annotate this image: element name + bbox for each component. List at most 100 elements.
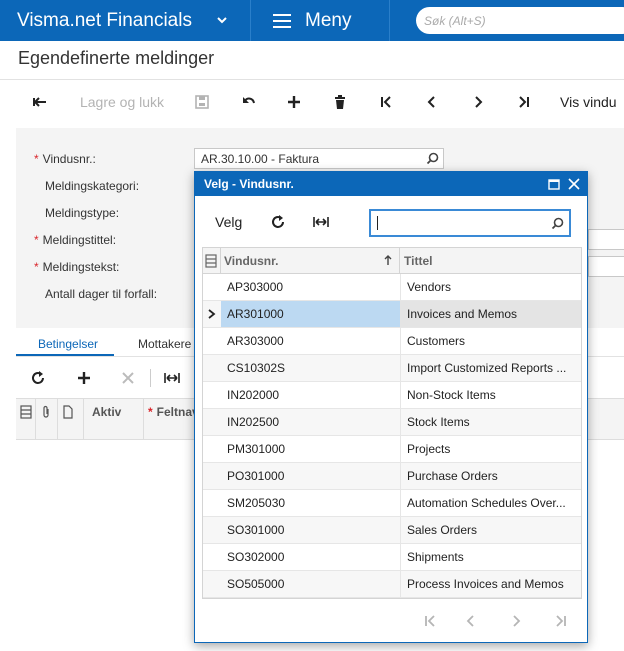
page-title: Egendefinerte meldinger [18,48,215,68]
document-icon [63,405,73,419]
brand-switcher[interactable]: Visma.net Financials [0,0,250,41]
title-cell[interactable]: Customers [400,328,581,354]
plus-icon [288,96,300,108]
select-button[interactable]: Velg [215,211,242,233]
paperclip-icon [43,405,49,418]
next-record-button[interactable] [466,89,490,115]
column-settings-icon [205,253,217,268]
refresh-button[interactable] [28,367,48,389]
window-no-cell[interactable]: PM301000 [221,436,400,462]
chevron-down-icon [217,17,227,24]
global-search-input[interactable]: Søk (Alt+S) [416,7,624,34]
tab-recipients[interactable]: Mottakere [138,337,191,351]
window-no-value: AR.30.10.00 - Faktura [201,151,320,166]
title-cell[interactable]: Purchase Orders [400,463,581,489]
title-cell[interactable]: Vendors [400,274,581,300]
active-column-header[interactable]: Aktiv [84,399,144,439]
title-cell[interactable]: Invoices and Memos [400,301,581,327]
previous-record-button[interactable] [420,89,444,115]
window-no-column-header[interactable]: Vindusnr. [221,248,400,273]
msg-title-input[interactable] [588,229,624,250]
window-no-cell[interactable]: AP303000 [221,274,400,300]
table-row[interactable]: SO505000 Process Invoices and Memos [203,571,581,598]
fit-columns-button[interactable] [162,367,182,389]
last-icon [556,615,566,627]
divider [389,0,390,41]
chevron-right-icon [475,96,483,108]
column-settings-header[interactable] [205,248,221,273]
title-cell[interactable]: Sales Orders [400,517,581,543]
hamburger-icon [273,13,291,28]
last-icon [519,96,529,108]
title-cell[interactable]: Non-Stock Items [400,382,581,408]
window-no-cell[interactable]: CS10302S [221,355,400,381]
first-icon [381,96,391,108]
fit-columns-button[interactable] [313,211,329,233]
table-row[interactable]: PO301000 Purchase Orders [203,463,581,490]
window-no-cell[interactable]: AR301000 [221,301,400,327]
refresh-icon [32,371,44,384]
window-no-cell[interactable]: IN202000 [221,382,400,408]
dialog-title: Velg - Vindusnr. [204,177,294,191]
search-icon[interactable] [426,152,439,165]
window-no-cell[interactable]: PO301000 [221,463,400,489]
window-no-cell[interactable]: IN202500 [221,409,400,435]
title-cell[interactable]: Projects [400,436,581,462]
close-icon[interactable] [567,177,581,191]
table-row[interactable]: PM301000 Projects [203,436,581,463]
fit-width-icon [313,217,329,227]
previous-page-button[interactable] [463,613,479,629]
window-no-cell[interactable]: SO302000 [221,544,400,570]
chevron-left-icon [466,615,474,627]
title-cell[interactable]: Automation Schedules Over... [400,490,581,516]
title-cell[interactable]: Stock Items [400,409,581,435]
last-record-button[interactable] [512,89,536,115]
search-placeholder: Søk (Alt+S) [424,13,486,28]
last-page-button[interactable] [553,613,569,629]
type-label: Meldingstype: [45,206,120,220]
refresh-button[interactable] [270,211,286,233]
add-row-button[interactable] [74,367,94,389]
first-record-button[interactable] [374,89,398,115]
next-page-button[interactable] [508,613,524,629]
window-no-cell[interactable]: AR303000 [221,328,400,354]
dialog-search-input[interactable] [369,209,571,237]
title-column-header[interactable]: Tittel [400,248,581,273]
note-header [58,399,84,439]
show-window-button[interactable]: Vis vindu [560,89,624,115]
table-row[interactable]: SM205030 Automation Schedules Over... [203,490,581,517]
back-button[interactable] [28,89,52,115]
table-row[interactable]: CS10302S Import Customized Reports ... [203,355,581,382]
divider [0,79,624,80]
window-no-field[interactable]: AR.30.10.00 - Faktura [194,148,444,169]
menu-label: Meny [305,9,352,31]
days-due-label: Antall dager til forfall: [45,287,158,301]
table-row[interactable]: IN202500 Stock Items [203,409,581,436]
table-row[interactable]: AR303000 Customers [203,328,581,355]
title-cell[interactable]: Import Customized Reports ... [400,355,581,381]
window-no-cell[interactable]: SO505000 [221,571,400,597]
table-row[interactable]: IN202000 Non-Stock Items [203,382,581,409]
window-no-cell[interactable]: SM205030 [221,490,400,516]
save-close-button[interactable]: Lagre og lukk [76,89,168,115]
column-settings-header[interactable] [16,399,36,439]
msg-text-input[interactable] [588,256,624,277]
main-toolbar: Lagre og lukk Vis vindu [0,81,624,123]
search-icon[interactable] [551,217,564,230]
tab-conditions[interactable]: Betingelser [38,337,98,351]
title-cell[interactable]: Shipments [400,544,581,570]
save-button[interactable] [190,89,214,115]
title-cell[interactable]: Process Invoices and Memos [400,571,581,597]
window-no-cell[interactable]: SO301000 [221,517,400,543]
table-row[interactable]: SO301000 Sales Orders [203,517,581,544]
menu-button[interactable]: Meny [273,0,351,41]
table-row[interactable]: AP303000 Vendors [203,274,581,301]
first-page-button[interactable] [422,613,438,629]
table-row[interactable]: AR301000 Invoices and Memos [203,301,581,328]
undo-button[interactable] [237,89,261,115]
add-button[interactable] [282,89,306,115]
table-row[interactable]: SO302000 Shipments [203,544,581,571]
delete-row-button[interactable] [118,367,138,389]
maximize-icon[interactable] [547,177,561,191]
delete-button[interactable] [328,89,352,115]
